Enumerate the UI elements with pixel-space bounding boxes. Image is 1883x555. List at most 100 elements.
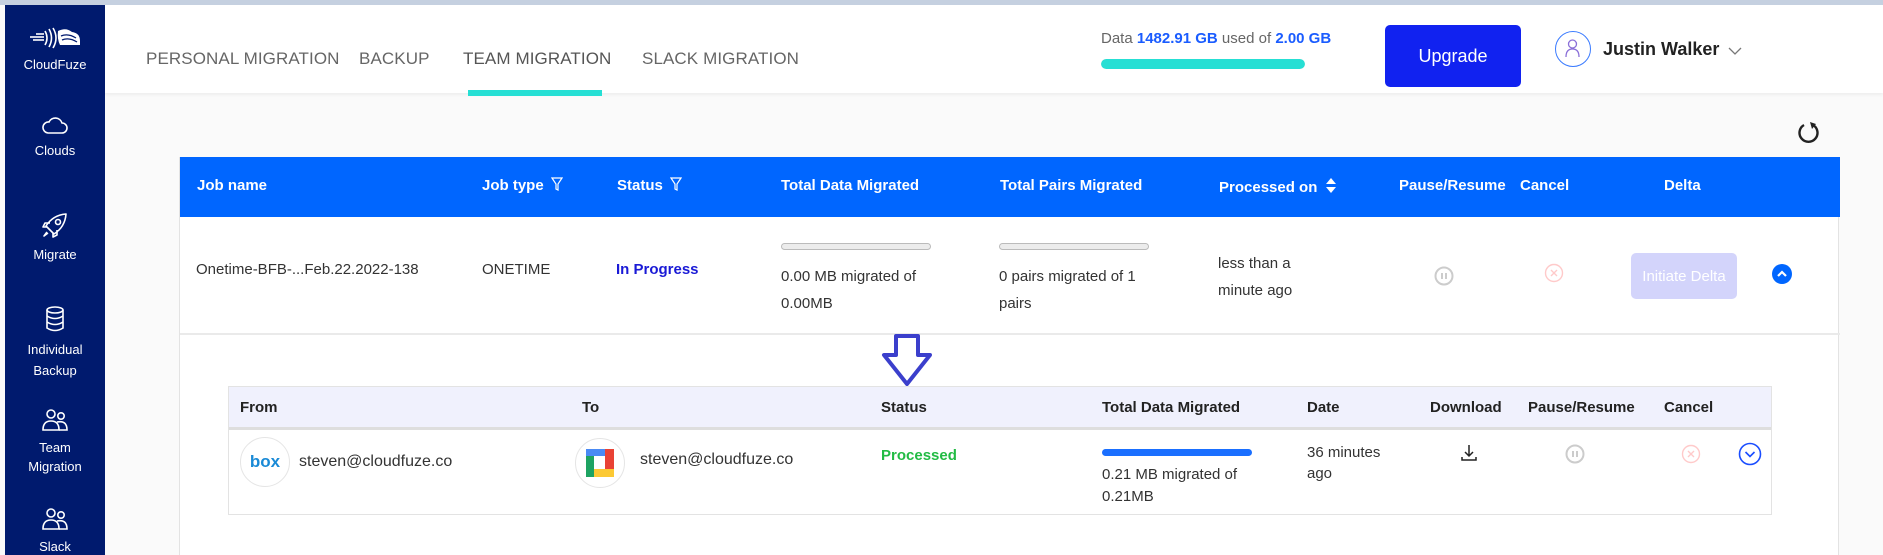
header-processed-on[interactable]: Processed on [1219,177,1337,196]
data-migrated-text: 0.21 MB migrated of 0.21MB [1102,464,1237,508]
tab-backup[interactable]: BACKUP [359,49,430,69]
data-progress-bar [781,243,931,250]
usage-prefix: Data [1101,30,1133,47]
usage-progress-bar [1101,59,1305,69]
header-pause-resume: Pause/Resume [1399,177,1506,194]
active-tab-indicator [468,90,602,96]
cancel-icon[interactable] [1544,263,1564,283]
sort-icon[interactable] [1325,177,1337,195]
sidebar-item-individual-backup[interactable]: Individual Backup [5,305,105,381]
sidebar-item-label: Clouds [34,143,76,158]
sidebar-item-team-migration[interactable]: Team Migration [5,408,105,476]
date-text: 36 minutes ago [1307,442,1380,484]
pairs-table-header: From To Status Total Data Migrated Date … [229,387,1771,430]
text-line: 0.00 MB migrated of [781,268,917,285]
label-line: Migration [28,459,82,474]
text-line: ago [1307,465,1333,482]
data-migrated-text: 0.00 MB migrated of 0.00MB [781,263,916,317]
text-line: 0 pairs migrated of 1 [999,268,1136,285]
chevron-down-icon[interactable] [1728,47,1742,55]
header-from: From [240,399,278,416]
top-header: PERSONAL MIGRATION BACKUP TEAM MIGRATION… [105,5,1883,96]
filter-icon[interactable] [550,177,563,191]
header-to: To [582,399,600,416]
text-line: minute ago [1218,282,1293,299]
usage-middle: used of [1221,30,1272,47]
sidebar-item-migrate[interactable]: Migrate [5,211,105,264]
tab-team-migration[interactable]: TEAM MIGRATION [463,49,611,69]
cloudfuze-logo-icon [30,27,80,49]
database-icon [46,306,64,332]
text-line: pairs [999,295,1032,312]
pause-icon[interactable] [1434,266,1454,286]
tab-personal-migration[interactable]: PERSONAL MIGRATION [146,49,340,69]
header-status: Status [881,399,927,416]
label-line: Backup [33,363,77,378]
users-icon [42,508,68,530]
sidebar-item-label: Team Migration [5,438,105,476]
sidebar-item-label: CloudFuze [23,57,87,72]
sidebar: CloudFuze Clouds Migrate Individual Backu… [5,5,105,555]
avatar[interactable] [1555,31,1591,67]
sidebar-item-clouds[interactable]: Clouds [5,115,105,160]
svg-text:box: box [250,452,281,471]
usage-total: 2.00 GB [1275,30,1332,47]
sidebar-item-label: Slack [39,539,71,554]
pair-status: Processed [881,447,957,464]
header-cancel: Cancel [1520,177,1570,194]
header-label: Processed on [1219,179,1318,196]
upgrade-button[interactable]: Upgrade [1385,25,1521,87]
box-logo-icon: box [240,437,290,487]
header-total-data-migrated: Total Data Migrated [781,177,920,194]
sidebar-item-slack[interactable]: Slack [5,507,105,555]
pairs-progress-bar [999,243,1149,250]
cancel-icon[interactable] [1681,444,1701,464]
table-row: Onetime-BFB-...Feb.22.2022-138 ONETIME I… [180,217,1840,335]
text-line: 36 minutes [1307,444,1381,461]
download-icon[interactable] [1460,443,1478,463]
chevron-down-icon[interactable] [1738,442,1762,466]
user-icon [1565,39,1580,58]
from-email: steven@cloudfuze.co [299,453,453,470]
jobs-table-header: Job name Job type Status Total Data Migr… [180,157,1840,217]
text-line: 0.00MB [781,295,833,312]
chevron-up-icon[interactable] [1772,264,1792,284]
data-progress-fill [1102,449,1252,456]
refresh-icon[interactable] [1796,120,1822,146]
header-download: Download [1430,399,1502,416]
header-date: Date [1307,399,1340,416]
to-email: steven@cloudfuze.co [640,451,794,468]
text-line: 0.21 MB migrated of [1102,466,1238,483]
header-cancel: Cancel [1664,399,1714,416]
job-name[interactable]: Onetime-BFB-...Feb.22.2022-138 [196,256,419,283]
pause-icon[interactable] [1565,444,1585,464]
header-delta: Delta [1664,177,1701,194]
header-label: Job type [482,177,544,194]
cloud-icon [42,117,68,134]
header-total-pairs-migrated: Total Pairs Migrated [1000,177,1143,194]
text-line: less than a [1218,255,1291,272]
filter-icon[interactable] [669,177,683,191]
sidebar-item-cloudfuze[interactable]: CloudFuze [5,27,105,74]
tab-slack-migration[interactable]: SLACK MIGRATION [642,49,799,69]
arrow-down-icon [882,334,932,386]
header-pause-resume: Pause/Resume [1528,399,1635,416]
usage-progress-fill [1101,59,1305,69]
usage-used: 1482.91 GB [1136,30,1218,47]
job-status: In Progress [616,261,699,278]
job-type: ONETIME [482,261,551,278]
pairs-table: From To Status Total Data Migrated Date … [228,386,1772,515]
processed-on-text: less than a minute ago [1218,250,1292,304]
sidebar-item-label: Migrate [33,247,77,262]
text-line: 0.21MB [1102,488,1154,505]
header-label: Status [617,177,663,194]
pairs-migrated-text: 0 pairs migrated of 1 pairs [999,263,1136,317]
data-progress-bar [1102,449,1252,456]
google-workspace-logo-icon [575,438,625,488]
header-job-type: Job type [482,177,563,194]
label-line: Individual [27,342,83,357]
initiate-delta-button[interactable]: Initiate Delta [1631,253,1737,299]
label-line: Team [39,440,71,455]
users-icon [42,409,68,431]
user-name-dropdown[interactable]: Justin Walker [1603,39,1719,60]
